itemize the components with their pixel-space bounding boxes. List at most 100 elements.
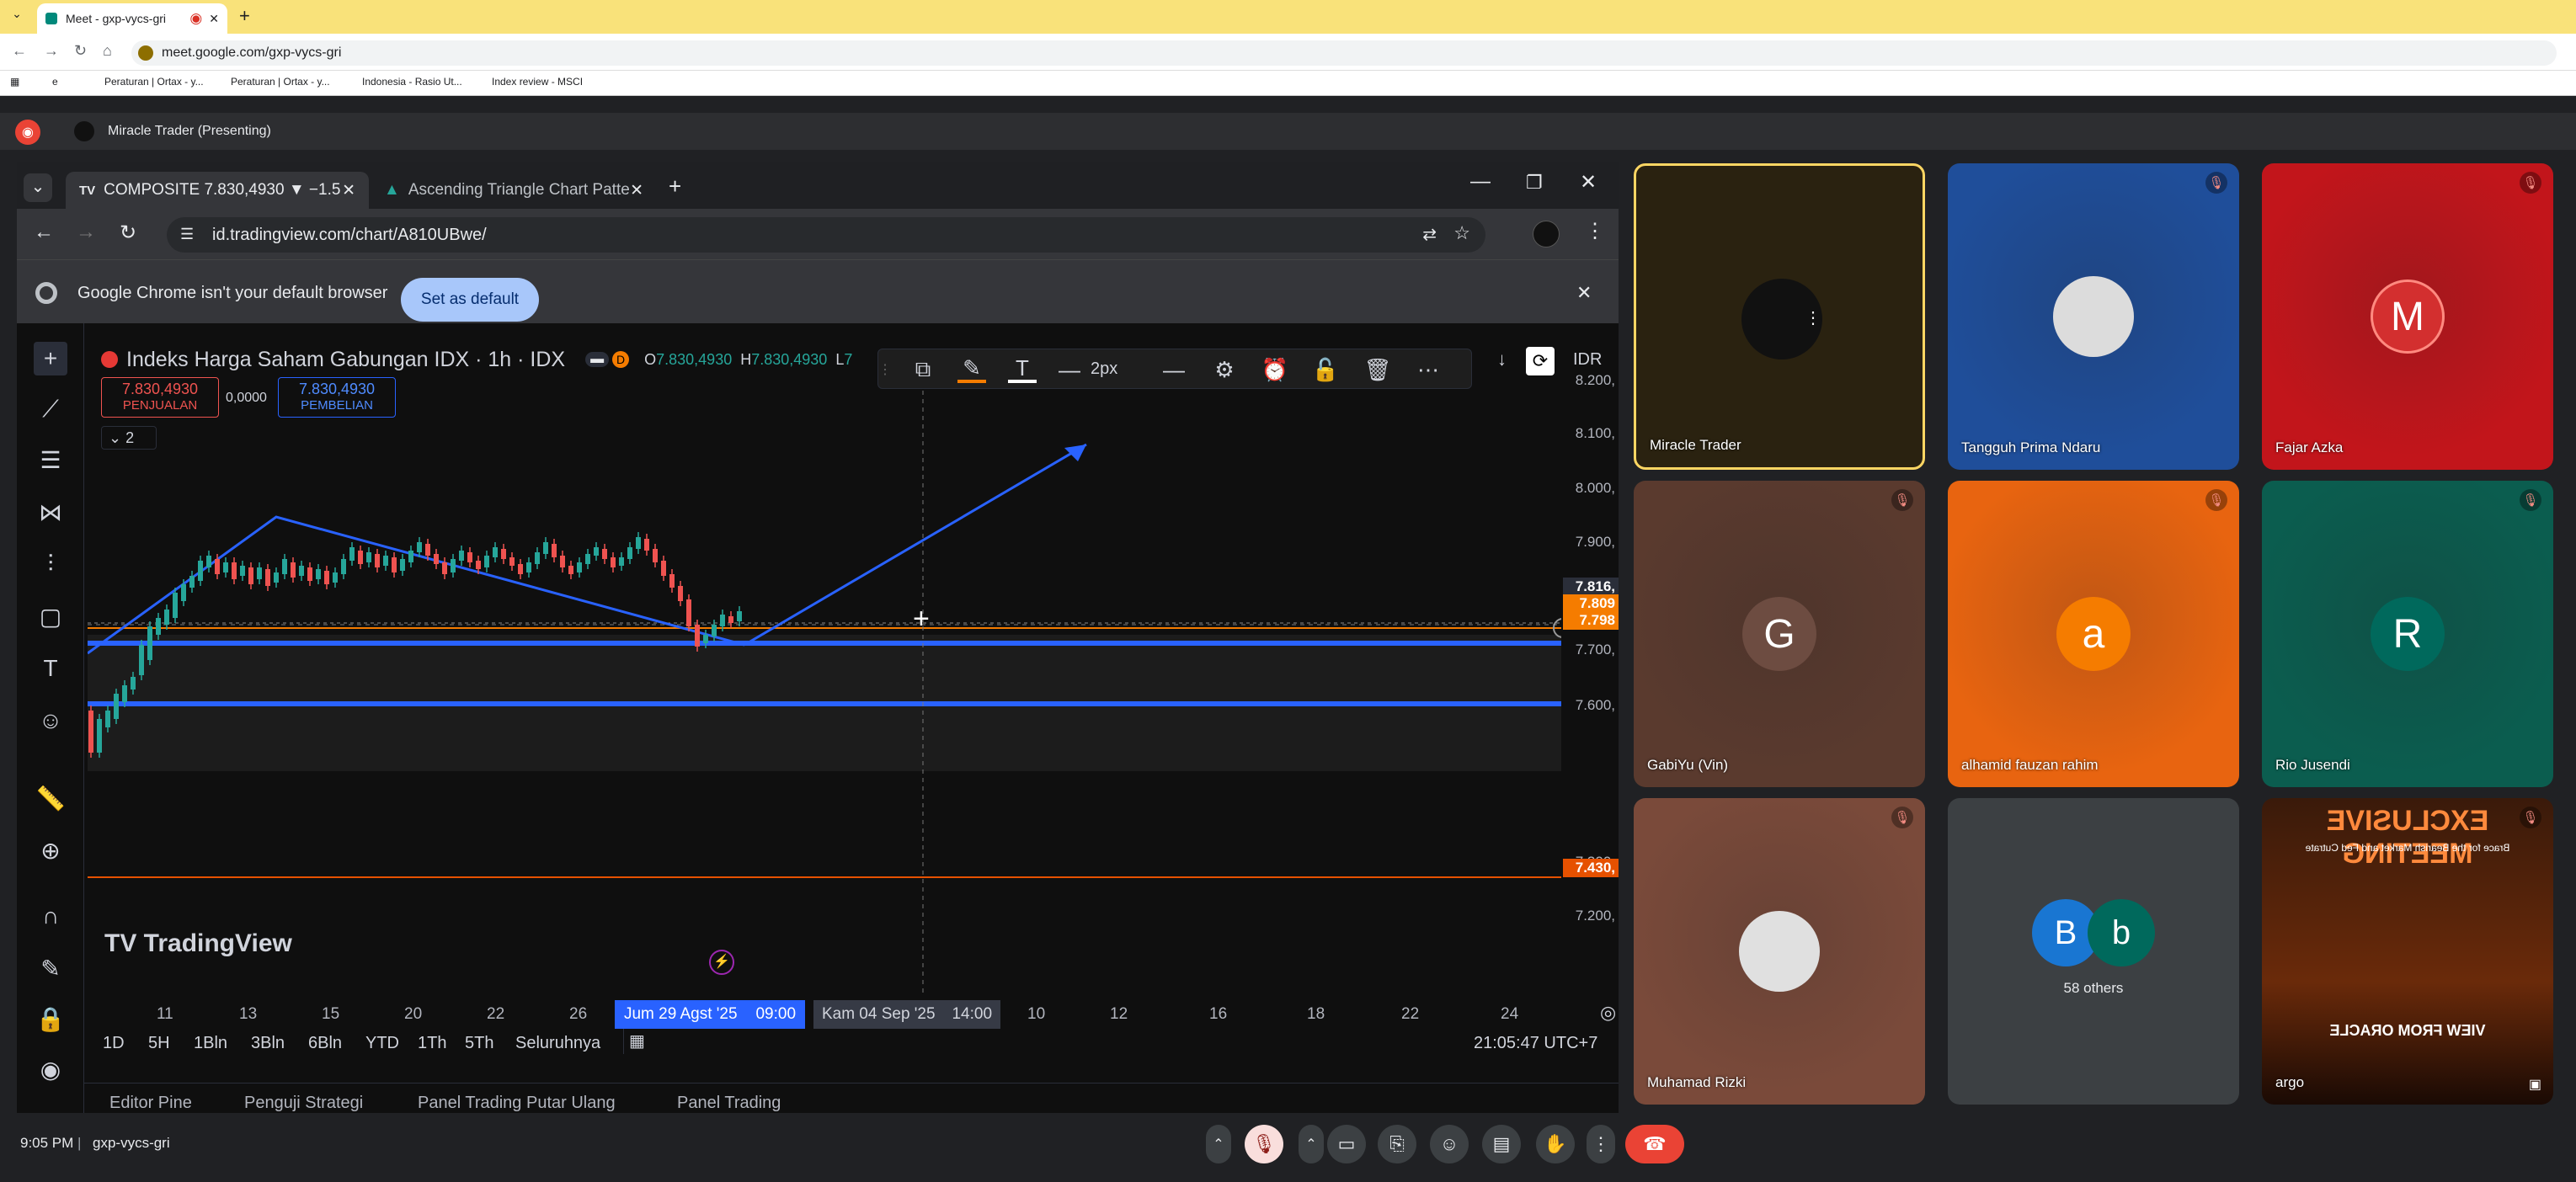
line-width-value[interactable]: 2px (1091, 359, 1117, 379)
range-6bln[interactable]: 6Bln (308, 1034, 342, 1053)
autoscale-icon[interactable]: ⟳ (1526, 347, 1555, 375)
minimize-icon[interactable]: — (1470, 170, 1491, 194)
range-1th[interactable]: 1Th (418, 1034, 446, 1053)
participant-tile[interactable]: 🎙 Muhamad Rizki (1634, 798, 1925, 1105)
bookmark-star-icon[interactable]: ☆ (1453, 222, 1470, 244)
range-1bln[interactable]: 1Bln (194, 1034, 227, 1053)
clock[interactable]: 21:05:47 UTC+7 (1474, 1034, 1597, 1053)
forward-icon[interactable]: → (44, 42, 59, 60)
outer-url-input[interactable]: meet.google.com/gxp-vycs-gri (131, 40, 2557, 66)
site-info-icon[interactable] (138, 45, 153, 61)
range-1d[interactable]: 1D (103, 1034, 125, 1053)
settings-icon[interactable]: ⚙ (1210, 356, 1239, 383)
participant-tile[interactable]: ⋮ Miracle Trader (1634, 163, 1925, 470)
range-all[interactable]: Seluruhnya (515, 1034, 600, 1053)
participant-tile[interactable]: 🎙 Tangguh Prima Ndaru (1948, 163, 2239, 470)
participant-tile[interactable]: M 🎙 Fajar Azka (2262, 163, 2553, 470)
bookmark-2[interactable]: Peraturan | Ortax - y... (104, 76, 204, 88)
participant-tile[interactable]: EXCLUSIVE MEETING Brace for the Bearish M… (2262, 798, 2553, 1105)
back-icon[interactable]: ← (34, 221, 54, 244)
home-icon[interactable]: ⌂ (103, 42, 112, 60)
set-default-button[interactable]: Set as default (401, 278, 539, 322)
inner-tab-ascending[interactable]: ▲ Ascending Triangle Chart Patte ✕ (371, 172, 657, 209)
alert-icon[interactable]: ⏰ (1261, 356, 1289, 383)
bookmark-1[interactable]: e (52, 76, 58, 88)
bookmark-3[interactable]: Peraturan | Ortax - y... (231, 76, 330, 88)
reload-icon[interactable]: ↻ (74, 42, 87, 60)
tab-trading-panel[interactable]: Panel Trading (677, 1094, 781, 1113)
bookmark-4[interactable]: Indonesia - Rasio Ut... (362, 76, 462, 88)
price-chart[interactable] (88, 357, 1561, 997)
go-to-realtime-icon[interactable]: ◎ (1600, 1002, 1616, 1024)
close-notification-icon[interactable]: ✕ (1576, 282, 1592, 304)
audio-options-icon[interactable]: ⌃ (1206, 1125, 1231, 1163)
menu-icon[interactable]: ⋮ (1585, 219, 1605, 243)
participant-tile[interactable]: R 🎙 Rio Jusendi (2262, 481, 2553, 787)
date-range-icon[interactable]: ▦ (623, 1029, 650, 1054)
drag-handle-icon[interactable]: ⋮ (878, 356, 892, 383)
raise-hand-button[interactable]: ✋ (1536, 1125, 1575, 1163)
range-5h[interactable]: 5H (148, 1034, 170, 1053)
pattern-icon[interactable]: ⋈ (34, 495, 67, 529)
trend-line-icon[interactable]: ⟋ (34, 392, 67, 426)
fib-icon[interactable]: ☰ (34, 443, 67, 477)
lock-icon[interactable]: 🔒 (34, 1002, 67, 1036)
participant-tile[interactable]: G 🎙 GabiYu (Vin) (1634, 481, 1925, 787)
tab-search-icon[interactable]: ⌄ (7, 7, 27, 27)
emoji-icon[interactable]: ☺ (34, 704, 67, 737)
unlock-icon[interactable]: 🔓 (1311, 356, 1340, 383)
close-icon[interactable]: ✕ (342, 181, 355, 200)
ruler-icon[interactable]: 📏 (34, 781, 67, 815)
time-axis[interactable]: 11 13 15 20 22 26 Jum 29 Agst '25 09:00 … (84, 998, 1566, 1029)
camera-button[interactable]: ▭ (1327, 1125, 1366, 1163)
inner-new-tab-button[interactable]: + (669, 173, 681, 200)
participant-tile[interactable]: a 🎙 alhamid fauzan rahim (1948, 481, 2239, 787)
site-settings-icon[interactable]: ☰ (180, 226, 194, 243)
reload-icon[interactable]: ↻ (120, 221, 136, 245)
inner-tab-tradingview[interactable]: TV COMPOSITE 7.830,4930 ▼ −1.5 ✕ (66, 172, 369, 209)
range-5th[interactable]: 5Th (465, 1034, 493, 1053)
event-marker-icon[interactable]: ⚡ (709, 950, 734, 975)
pip-icon[interactable]: ▣ (2529, 1076, 2541, 1093)
line-color-icon[interactable]: ✎ (957, 355, 986, 383)
restore-icon[interactable]: ❐ (1526, 172, 1543, 194)
magnet-icon[interactable]: ∩ (34, 899, 67, 933)
participant-tile[interactable]: Bb 58 others (1948, 798, 2239, 1105)
line-style-icon[interactable]: — (1160, 356, 1188, 383)
forward-icon[interactable]: → (76, 221, 96, 244)
line-width-icon[interactable]: — (1055, 356, 1084, 383)
text-color-icon[interactable]: T (1008, 355, 1037, 383)
tab-strategy-tester[interactable]: Penguji Strategi (244, 1094, 363, 1113)
crosshair-icon[interactable]: + (34, 342, 67, 375)
present-button[interactable]: ⎘ (1378, 1125, 1416, 1163)
translate-icon[interactable]: ⇄ (1422, 224, 1437, 245)
back-icon[interactable]: ← (12, 42, 27, 60)
tradingview-logo[interactable]: TV TradingView (104, 929, 292, 958)
template-icon[interactable]: ⧉ (909, 356, 937, 383)
more-options-button[interactable]: ⋮ (1587, 1125, 1615, 1163)
download-icon[interactable]: ↓ (1497, 349, 1507, 370)
mic-off-button[interactable]: 🎙 (1245, 1125, 1283, 1163)
bookmark-5[interactable]: Index review - MSCI (492, 76, 583, 88)
close-icon[interactable]: ✕ (209, 12, 219, 26)
close-window-icon[interactable]: ✕ (1580, 170, 1597, 194)
range-3bln[interactable]: 3Bln (251, 1034, 285, 1053)
more-icon[interactable]: ⋯ (1414, 356, 1443, 383)
tile-actions-icon[interactable]: ⋮ (1805, 307, 1821, 328)
present-stop-icon[interactable]: ◉ (15, 120, 40, 145)
apps-icon[interactable]: ▦ (10, 76, 19, 88)
video-options-icon[interactable]: ⌃ (1299, 1125, 1324, 1163)
tab-replay-trading[interactable]: Panel Trading Putar Ulang (418, 1094, 616, 1113)
shapes-icon[interactable]: ▢ (34, 599, 67, 633)
eye-icon[interactable]: ◉ (34, 1052, 67, 1086)
pencil-icon[interactable]: ✎ (34, 951, 67, 985)
inner-url-input[interactable]: ☰ id.tradingview.com/chart/A810UBwe/ ⇄ ☆ (167, 217, 1485, 253)
new-tab-button[interactable]: + (239, 5, 250, 27)
range-ytd[interactable]: YTD (365, 1034, 399, 1053)
tab-search-icon[interactable]: ⌄ (24, 173, 52, 202)
outer-tab-meet[interactable]: Meet - gxp-vycs-gri ◉ ✕ (37, 3, 227, 34)
end-call-button[interactable]: ☎ (1625, 1125, 1684, 1163)
delete-icon[interactable]: 🗑 (1363, 356, 1392, 383)
zoom-icon[interactable]: ⊕ (34, 833, 67, 867)
tab-pine-editor[interactable]: Editor Pine (109, 1094, 192, 1113)
